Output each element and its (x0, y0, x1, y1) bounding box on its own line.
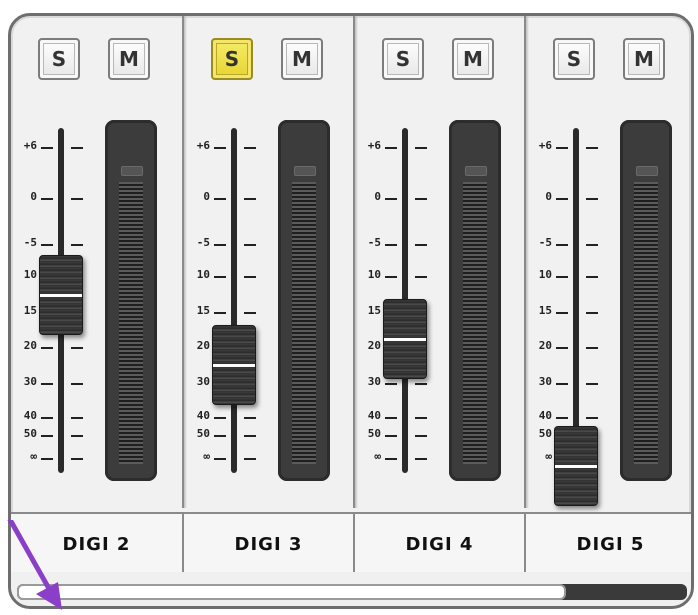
volume-fader-thumb[interactable] (212, 324, 256, 405)
scale-label: +6 (196, 139, 210, 152)
scale-label: 0 (545, 190, 552, 203)
db-scale: +6 0 -5 10 15 20 30 40 50 ∞ (184, 16, 264, 508)
scale-label: 30 (196, 375, 210, 388)
scale-label: ∞ (545, 450, 552, 463)
scale-label: +6 (23, 139, 37, 152)
level-meter (620, 120, 672, 481)
volume-fader-thumb[interactable] (39, 255, 83, 336)
scale-label: 10 (23, 268, 37, 281)
scale-label: 50 (367, 427, 381, 440)
scale-label: 10 (538, 268, 552, 281)
fader-track (231, 128, 237, 473)
scale-label: 30 (23, 375, 37, 388)
channel-name: DIGI 5 (524, 514, 691, 574)
channel-strip-digi-5: S M +6 0 -5 10 15 20 30 40 50 ∞ (524, 16, 691, 508)
scale-label: +6 (538, 139, 552, 152)
scale-label: 40 (23, 409, 37, 422)
scale-label: 20 (538, 339, 552, 352)
scale-label: -5 (23, 236, 37, 249)
mute-button[interactable]: M (108, 38, 150, 80)
fader-track (573, 128, 579, 473)
level-meter (105, 120, 157, 481)
channel-strip-digi-4: S M +6 0 -5 10 15 20 30 40 50 ∞ (353, 16, 524, 508)
level-meter (449, 120, 501, 481)
scale-label: 50 (23, 427, 37, 440)
scale-label: 20 (196, 339, 210, 352)
scale-label: ∞ (30, 450, 37, 463)
channel-strip-digi-3: S M +6 0 -5 10 15 20 30 40 50 ∞ (182, 16, 353, 508)
scale-label: ∞ (374, 450, 381, 463)
scale-label: 30 (538, 375, 552, 388)
scale-label: 15 (196, 304, 210, 317)
db-scale: +6 0 -5 10 15 20 30 40 50 ∞ (355, 16, 435, 508)
scale-label: -5 (196, 236, 210, 249)
scale-label: -5 (538, 236, 552, 249)
scale-label: 30 (367, 375, 381, 388)
scale-label: 40 (538, 409, 552, 422)
volume-fader-thumb[interactable] (383, 299, 427, 380)
annotation-arrow-icon (7, 520, 62, 610)
scale-label: 10 (367, 268, 381, 281)
scale-label: 50 (538, 427, 552, 440)
scale-label: 10 (196, 268, 210, 281)
scale-label: 15 (367, 304, 381, 317)
scale-label: -5 (367, 236, 381, 249)
scrollbar-thumb[interactable] (17, 584, 566, 600)
scale-label: 50 (196, 427, 210, 440)
horizontal-scrollbar[interactable] (11, 572, 691, 606)
scale-label: +6 (367, 139, 381, 152)
channel-name: DIGI 3 (182, 514, 353, 574)
scale-label: ∞ (203, 450, 210, 463)
channel-strip-digi-2: S M +6 0 -5 10 15 20 30 40 50 ∞ (11, 16, 182, 508)
level-meter (278, 120, 330, 481)
scale-label: 20 (23, 339, 37, 352)
mute-button[interactable]: M (452, 38, 494, 80)
scale-label: 20 (367, 339, 381, 352)
scale-label: 40 (196, 409, 210, 422)
scale-label: 0 (203, 190, 210, 203)
channel-name: DIGI 4 (353, 514, 524, 574)
channel-name-row: DIGI 2 DIGI 3 DIGI 4 DIGI 5 (11, 512, 691, 574)
scale-label: 0 (374, 190, 381, 203)
mute-button[interactable]: M (623, 38, 665, 80)
scale-label: 15 (538, 304, 552, 317)
volume-fader-thumb[interactable] (554, 426, 598, 506)
mixer-panel: S M +6 0 -5 10 15 20 30 40 50 ∞ S M +6 0… (8, 13, 694, 609)
mute-button[interactable]: M (281, 38, 323, 80)
scale-label: 15 (23, 304, 37, 317)
scale-label: 0 (30, 190, 37, 203)
scale-label: 40 (367, 409, 381, 422)
